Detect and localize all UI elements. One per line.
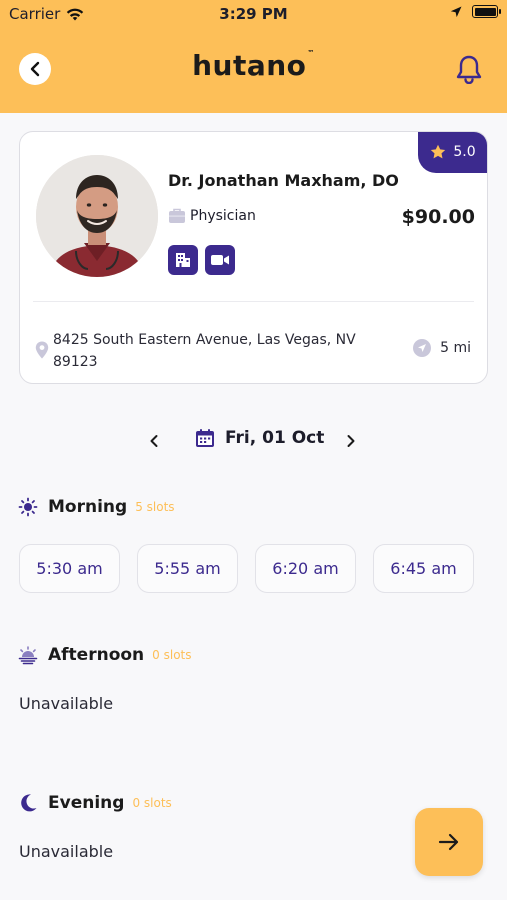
hutano-logo: hutano™ [0,49,507,82]
distance-value: 5 mi [440,340,471,356]
sun-icon [18,497,38,517]
status-time: 3:29 PM [219,5,288,23]
status-bar: Carrier 3:29 PM [0,0,507,28]
sunset-icon [18,646,38,665]
evening-slots-count: 0 slots [132,796,172,810]
office-visit-button[interactable] [168,245,198,275]
battery-icon [472,5,501,18]
notification-bell-icon[interactable] [455,54,483,84]
consultation-price: $90.00 [401,206,475,228]
video-visit-button[interactable] [205,245,235,275]
appointment-modes [168,245,235,275]
provider-card[interactable]: 5.0 Dr. Jonathan Maxham, DO Physician $9… [19,131,488,384]
evening-unavailable: Unavailable [19,842,114,861]
provider-avatar [36,155,158,277]
time-slot[interactable]: 6:20 am [255,544,356,593]
briefcase-icon [169,208,185,223]
morning-label: Morning [48,497,128,517]
previous-date-button[interactable] [146,430,162,452]
logo-text: hutano [192,49,307,82]
provider-name: Dr. Jonathan Maxham, DO [168,171,399,190]
star-icon [431,144,446,159]
morning-slots-count: 5 slots [135,500,175,514]
afternoon-unavailable: Unavailable [19,694,114,713]
morning-section-title: Morning 5 slots [18,497,175,517]
morning-time-slots: 5:30 am 5:55 am 6:20 am 6:45 am [19,544,474,593]
rating-badge: 5.0 [418,132,487,173]
video-camera-icon [211,255,229,265]
provider-distance: 5 mi [413,339,471,357]
time-slot[interactable]: 5:55 am [137,544,238,593]
specialty-label: Physician [190,208,256,224]
location-arrow-icon [450,6,462,17]
evening-label: Evening [48,793,125,813]
time-slot[interactable]: 5:30 am [19,544,120,593]
afternoon-section-title: Afternoon 0 slots [18,645,192,665]
time-slot[interactable]: 6:45 am [373,544,474,593]
selected-date[interactable]: Fri, 01 Oct [195,428,324,448]
evening-section-title: Evening 0 slots [18,793,172,813]
rating-value: 5.0 [453,144,476,160]
continue-button[interactable] [415,808,483,876]
afternoon-label: Afternoon [48,645,145,665]
location-pin-icon [35,341,49,359]
next-date-button[interactable] [343,430,359,452]
selected-date-label: Fri, 01 Oct [225,428,325,448]
calendar-icon [196,429,214,447]
logo-trademark: ™ [307,49,315,57]
afternoon-slots-count: 0 slots [152,648,192,662]
navigation-icon [413,339,432,357]
status-right [450,5,501,18]
date-picker: Fri, 01 Oct [0,426,507,456]
building-icon [176,253,190,267]
moon-icon [21,794,37,812]
provider-address: 8425 South Eastern Avenue, Las Vegas, NV… [53,332,356,370]
arrow-right-icon [438,833,459,851]
app-header: Carrier 3:29 PM hutano™ [0,0,507,113]
card-divider [33,301,474,302]
provider-specialty: Physician [168,207,256,225]
